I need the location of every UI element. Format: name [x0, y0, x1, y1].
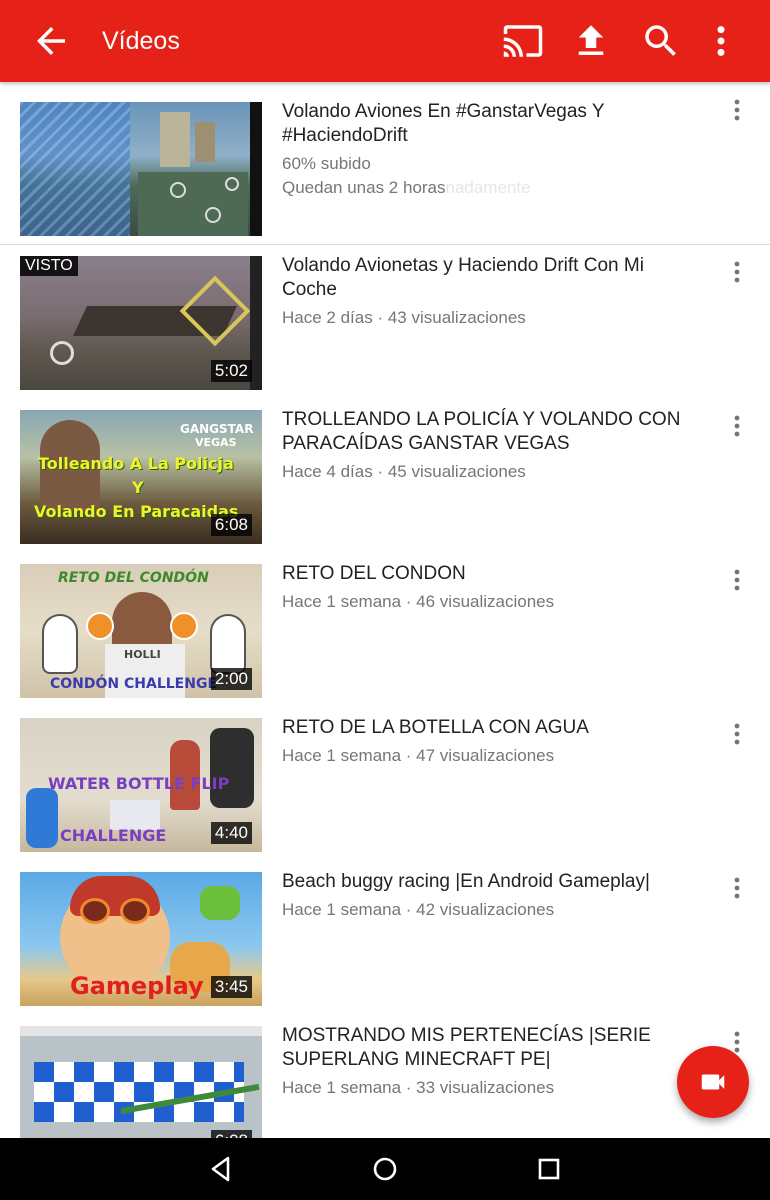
- video-thumbnail[interactable]: WATER BOTTLE FLIP CHALLENGE 4:40: [20, 718, 262, 852]
- videocam-icon: [701, 1074, 725, 1090]
- video-duration: 4:40: [210, 822, 252, 844]
- video-meta: Hace 1 semana · 42 visualizaciones: [282, 900, 555, 919]
- more-vert-icon[interactable]: [726, 718, 748, 750]
- divider: [0, 244, 770, 245]
- watched-badge: VISTO: [20, 256, 78, 276]
- video-title[interactable]: TROLLEANDO LA POLICÍA Y VOLANDO CON PARA…: [282, 408, 702, 456]
- nav-back-icon[interactable]: [204, 1152, 238, 1186]
- upload-progress-overlay: [20, 102, 130, 236]
- search-icon[interactable]: [640, 20, 682, 62]
- system-nav-bar: [0, 1138, 770, 1200]
- video-thumbnail[interactable]: 6:08: [20, 1026, 262, 1138]
- nav-recents-icon[interactable]: [532, 1152, 566, 1186]
- more-vert-icon[interactable]: [726, 564, 748, 596]
- video-title[interactable]: Volando Avionetas y Haciendo Drift Con M…: [282, 254, 702, 302]
- video-meta: Hace 2 días · 43 visualizaciones: [282, 308, 526, 327]
- video-title[interactable]: RETO DEL CONDON: [282, 562, 702, 586]
- video-thumbnail[interactable]: VISTO 5:02: [20, 256, 262, 390]
- video-item[interactable]: 6:08 MOSTRANDO MIS PERTENECÍAS |SERIE SU…: [0, 1016, 770, 1138]
- video-thumbnail[interactable]: Gameplay 3:45: [20, 872, 262, 1006]
- record-video-button[interactable]: [677, 1046, 749, 1118]
- video-meta: Hace 1 semana · 46 visualizaciones: [282, 592, 555, 611]
- app-bar: Vídeos: [0, 0, 770, 82]
- video-duration: 6:08: [210, 1130, 252, 1138]
- thumbnail-text: Volando En Paracaidas: [34, 502, 239, 521]
- thumbnail-text: VEGAS: [195, 436, 237, 449]
- video-thumbnail[interactable]: [20, 102, 262, 236]
- back-arrow-icon[interactable]: [30, 20, 72, 62]
- nav-home-icon[interactable]: [368, 1152, 402, 1186]
- thumbnail-text: Gameplay: [70, 972, 204, 1000]
- video-meta: Hace 1 semana · 47 visualizaciones: [282, 746, 555, 765]
- thumbnail-text: CONDÓN CHALLENGE: [50, 676, 218, 692]
- more-vert-icon[interactable]: [700, 20, 742, 62]
- more-vert-icon[interactable]: [726, 94, 748, 126]
- video-duration: 6:08: [210, 514, 252, 536]
- video-meta: Hace 1 semana · 33 visualizaciones: [282, 1078, 555, 1097]
- upload-progress-text: 60% subido: [282, 154, 371, 173]
- video-item[interactable]: VISTO 5:02 Volando Avionetas y Haciendo …: [0, 246, 770, 400]
- video-item[interactable]: WATER BOTTLE FLIP CHALLENGE 4:40 RETO DE…: [0, 708, 770, 862]
- more-vert-icon[interactable]: [726, 256, 748, 288]
- more-vert-icon[interactable]: [726, 410, 748, 442]
- more-vert-icon[interactable]: [726, 872, 748, 904]
- video-duration: 5:02: [210, 360, 252, 382]
- upload-remaining-text: Quedan unas 2 horasnadamente: [282, 176, 531, 200]
- page-title: Vídeos: [102, 27, 180, 55]
- video-title[interactable]: Beach buggy racing |En Android Gameplay|: [282, 870, 702, 894]
- video-title[interactable]: MOSTRANDO MIS PERTENECÍAS |SERIE SUPERLA…: [282, 1024, 702, 1072]
- upload-icon[interactable]: [570, 20, 612, 62]
- thumbnail-text: HOLLI: [124, 648, 161, 661]
- thumbnail-text: WATER BOTTLE FLIP: [48, 774, 230, 793]
- video-duration: 3:45: [210, 976, 252, 998]
- upload-remaining-faded: nadamente: [445, 178, 531, 197]
- cast-icon[interactable]: [502, 20, 544, 62]
- video-title[interactable]: RETO DE LA BOTELLA CON AGUA: [282, 716, 702, 740]
- thumbnail-text: CHALLENGE: [60, 826, 167, 845]
- video-item[interactable]: RETO DEL CONDÓN HOLLI CONDÓN CHALLENGE 2…: [0, 554, 770, 708]
- thumbnail-text: RETO DEL CONDÓN: [58, 570, 209, 586]
- thumbnail-text: GANGSTAR: [180, 422, 254, 436]
- video-duration: 2:00: [210, 668, 252, 690]
- video-thumbnail[interactable]: GANGSTAR VEGAS Tolleando A La Policja Y …: [20, 410, 262, 544]
- video-thumbnail[interactable]: RETO DEL CONDÓN HOLLI CONDÓN CHALLENGE 2…: [20, 564, 262, 698]
- thumbnail-text: Tolleando A La Policja: [38, 454, 234, 473]
- upload-remaining-label: Quedan unas 2 horas: [282, 178, 446, 197]
- video-meta: Hace 4 días · 45 visualizaciones: [282, 462, 526, 481]
- video-item-uploading[interactable]: Volando Aviones En #GanstarVegas Y #Haci…: [0, 82, 770, 245]
- thumbnail-text: Y: [132, 478, 144, 497]
- video-title[interactable]: Volando Aviones En #GanstarVegas Y #Haci…: [282, 100, 702, 148]
- video-list: Volando Aviones En #GanstarVegas Y #Haci…: [0, 82, 770, 1138]
- video-item[interactable]: Gameplay 3:45 Beach buggy racing |En And…: [0, 862, 770, 1016]
- video-item[interactable]: GANGSTAR VEGAS Tolleando A La Policja Y …: [0, 400, 770, 554]
